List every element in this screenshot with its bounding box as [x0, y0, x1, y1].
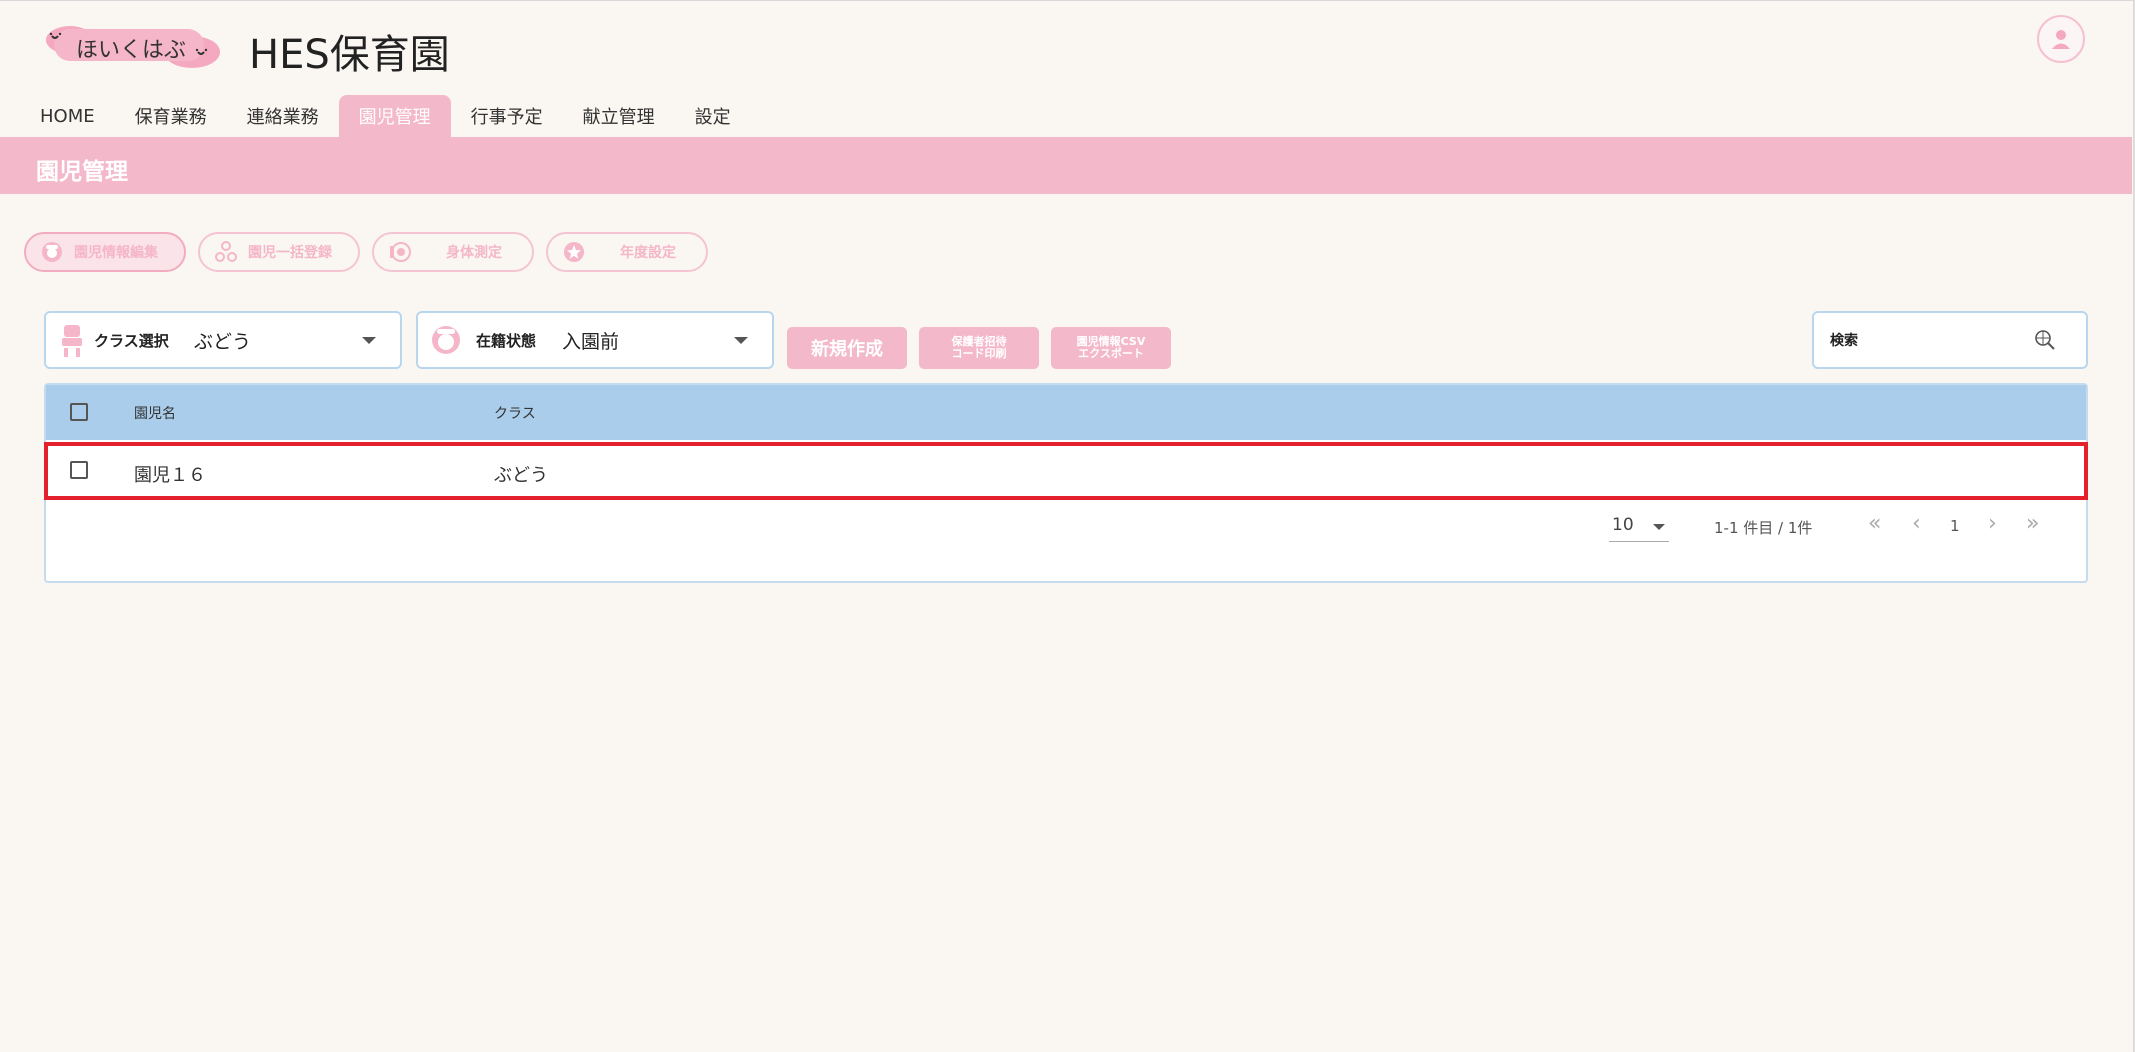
child-bulk-register-label: 園児一括登録 [248, 245, 332, 261]
header-class: クラス [494, 406, 536, 422]
nav-menu[interactable]: 献立管理 [563, 95, 675, 137]
row-class: ぶどう [494, 465, 548, 486]
child-face-icon [432, 326, 460, 354]
user-avatar-button[interactable] [2037, 15, 2085, 63]
header-child-name: 園児名 [134, 406, 176, 422]
print-invite-code-button[interactable]: 保護者招待 コード印刷 [919, 327, 1039, 369]
page-size-select[interactable]: 10 [1609, 505, 1669, 542]
enrollment-status-value: 入園前 [562, 331, 620, 353]
section-bar [0, 137, 2132, 194]
top-border [0, 0, 2135, 1]
app-logo[interactable]: ほいくはぶ [40, 24, 222, 70]
year-setting-button[interactable]: 年度設定 [546, 232, 708, 272]
first-page-icon[interactable]: « [1868, 511, 1881, 536]
nav-home[interactable]: HOME [20, 95, 115, 137]
last-page-icon[interactable]: » [2026, 511, 2039, 536]
prev-page-icon[interactable]: ‹ [1912, 511, 1921, 536]
current-page: 1 [1950, 517, 1960, 535]
search-icon [2035, 330, 2055, 350]
children-table: 園児名 クラス 園児１６ ぶどう 10 1-1 件目 / 1件 « ‹ 1 › … [44, 383, 2088, 583]
measure-icon [390, 242, 411, 262]
enrollment-status-label: 在籍状態 [476, 332, 537, 350]
logo-text: ほいくはぶ [76, 38, 187, 63]
table-header: 園児名 クラス [46, 385, 2086, 440]
select-all-checkbox[interactable] [70, 403, 88, 421]
chevron-down-icon [734, 337, 748, 344]
main-nav: HOME 保育業務 連絡業務 園児管理 行事予定 献立管理 設定 [20, 95, 751, 137]
nav-contact[interactable]: 連絡業務 [227, 95, 339, 137]
section-title: 園児管理 [36, 159, 128, 185]
new-create-button[interactable]: 新規作成 [787, 327, 907, 369]
body-measure-label: 身体測定 [446, 245, 502, 261]
nav-settings[interactable]: 設定 [675, 95, 751, 137]
nav-children[interactable]: 園児管理 [338, 95, 451, 137]
year-setting-label: 年度設定 [620, 245, 676, 261]
search-box [1812, 311, 2088, 369]
child-icon [42, 242, 62, 262]
search-input[interactable] [1828, 327, 2032, 355]
chevron-down-icon [362, 337, 376, 344]
app-title: HES保育園 [249, 32, 450, 78]
csv-export-line2: エクスポート [1078, 347, 1144, 360]
child-info-edit-label: 園児情報編集 [74, 245, 158, 261]
next-page-icon[interactable]: › [1988, 511, 1997, 536]
class-select-label: クラス選択 [94, 332, 169, 350]
enrollment-status-dropdown[interactable]: 在籍状態 入園前 [416, 311, 774, 369]
teacher-icon [62, 325, 82, 357]
page-size-value: 10 [1612, 515, 1634, 535]
nav-childcare[interactable]: 保育業務 [115, 95, 227, 137]
chevron-down-icon [1653, 524, 1665, 530]
pagination-range: 1-1 件目 / 1件 [1714, 519, 1813, 537]
class-select-value: ぶどう [194, 331, 252, 353]
row-checkbox[interactable] [70, 461, 88, 479]
csv-export-button[interactable]: 園児情報CSV エクスポート [1051, 327, 1171, 369]
body-measure-button[interactable]: 身体測定 [372, 232, 534, 272]
group-icon [215, 241, 237, 262]
child-bulk-register-button[interactable]: 園児一括登録 [198, 232, 360, 272]
print-invite-code-line2: コード印刷 [951, 347, 1007, 360]
row-child-name: 園児１６ [134, 465, 206, 486]
nav-events[interactable]: 行事予定 [451, 95, 563, 137]
table-row[interactable]: 園児１６ ぶどう [44, 442, 2088, 500]
child-info-edit-button[interactable]: 園児情報編集 [24, 232, 186, 272]
user-icon [2052, 30, 2070, 49]
star-icon [564, 242, 584, 262]
class-select-dropdown[interactable]: クラス選択 ぶどう [44, 311, 402, 369]
